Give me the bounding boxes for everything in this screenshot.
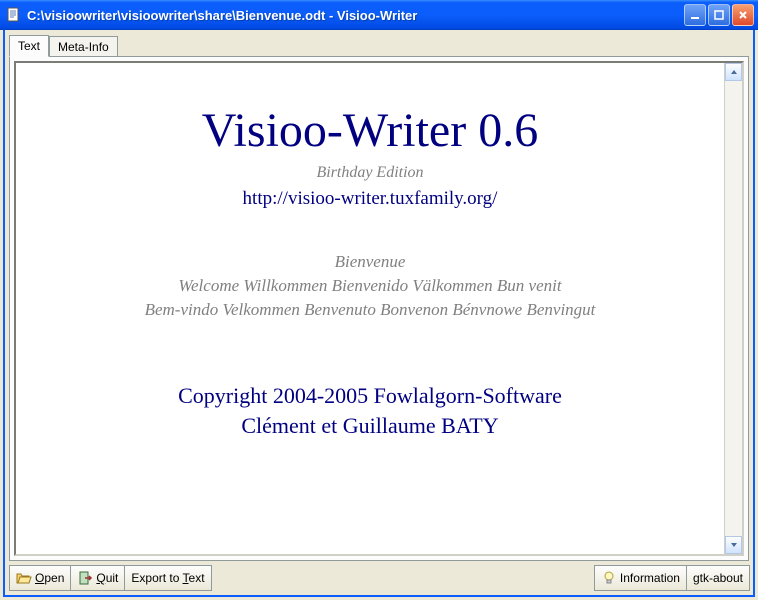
document-welcome: Bienvenue Welcome Willkommen Bienvenido … xyxy=(36,250,704,321)
quit-icon xyxy=(77,570,93,586)
open-button[interactable]: Open xyxy=(9,565,71,591)
gtk-about-label: gtk-about xyxy=(693,571,743,585)
quit-button[interactable]: Quit xyxy=(70,565,125,591)
copyright-line: Copyright 2004-2005 Fowlalgorn-Software xyxy=(36,381,704,411)
tab-panel: Visioo-Writer 0.6 Birthday Edition http:… xyxy=(9,56,749,561)
close-button[interactable] xyxy=(732,4,754,26)
document-title: Visioo-Writer 0.6 xyxy=(36,103,704,158)
open-label-rest: pen xyxy=(44,571,64,585)
export-label-pre: Export to xyxy=(131,571,182,585)
welcome-line: Welcome Willkommen Bienvenido Välkommen … xyxy=(36,274,704,298)
welcome-line: Bem-vindo Velkommen Benvenuto Bonvenon B… xyxy=(36,298,704,322)
lightbulb-icon xyxy=(601,570,617,586)
toolbar-spacer xyxy=(211,565,594,591)
document-subtitle: Birthday Edition xyxy=(36,164,704,182)
scroll-down-button[interactable] xyxy=(725,536,742,554)
app-icon xyxy=(6,7,22,23)
export-to-text-button[interactable]: Export to Text xyxy=(124,565,211,591)
quit-label-rest: uit xyxy=(106,571,119,585)
window-title: C:\visioowriter\visioowriter\share\Bienv… xyxy=(27,8,684,23)
tab-text[interactable]: Text xyxy=(9,35,49,57)
tab-meta-info[interactable]: Meta-Info xyxy=(49,36,118,57)
welcome-line: Bienvenue xyxy=(36,250,704,274)
titlebar: C:\visioowriter\visioowriter\share\Bienv… xyxy=(0,0,758,30)
document-copyright: Copyright 2004-2005 Fowlalgorn-Software … xyxy=(36,381,704,440)
information-button[interactable]: Information xyxy=(594,565,687,591)
export-label-post: ext xyxy=(189,571,205,585)
folder-open-icon xyxy=(16,570,32,586)
open-label-u: O xyxy=(35,571,44,585)
window-controls xyxy=(684,4,754,26)
bottom-toolbar: Open Quit Export to Text Information xyxy=(9,565,749,591)
vertical-scrollbar[interactable] xyxy=(724,63,742,554)
client-area: Text Meta-Info Visioo-Writer 0.6 Birthda… xyxy=(3,30,755,597)
maximize-button[interactable] xyxy=(708,4,730,26)
scroll-up-button[interactable] xyxy=(725,63,742,81)
scroll-track[interactable] xyxy=(725,81,742,536)
gtk-about-button[interactable]: gtk-about xyxy=(686,565,750,591)
copyright-line: Clément et Guillaume BATY xyxy=(36,411,704,441)
document-content: Visioo-Writer 0.6 Birthday Edition http:… xyxy=(16,63,724,554)
tabstrip: Text Meta-Info xyxy=(9,34,749,56)
minimize-button[interactable] xyxy=(684,4,706,26)
information-label: Information xyxy=(620,571,680,585)
document-frame: Visioo-Writer 0.6 Birthday Edition http:… xyxy=(14,61,744,556)
document-link: http://visioo-writer.tuxfamily.org/ xyxy=(36,188,704,210)
quit-label-u: Q xyxy=(96,571,105,585)
